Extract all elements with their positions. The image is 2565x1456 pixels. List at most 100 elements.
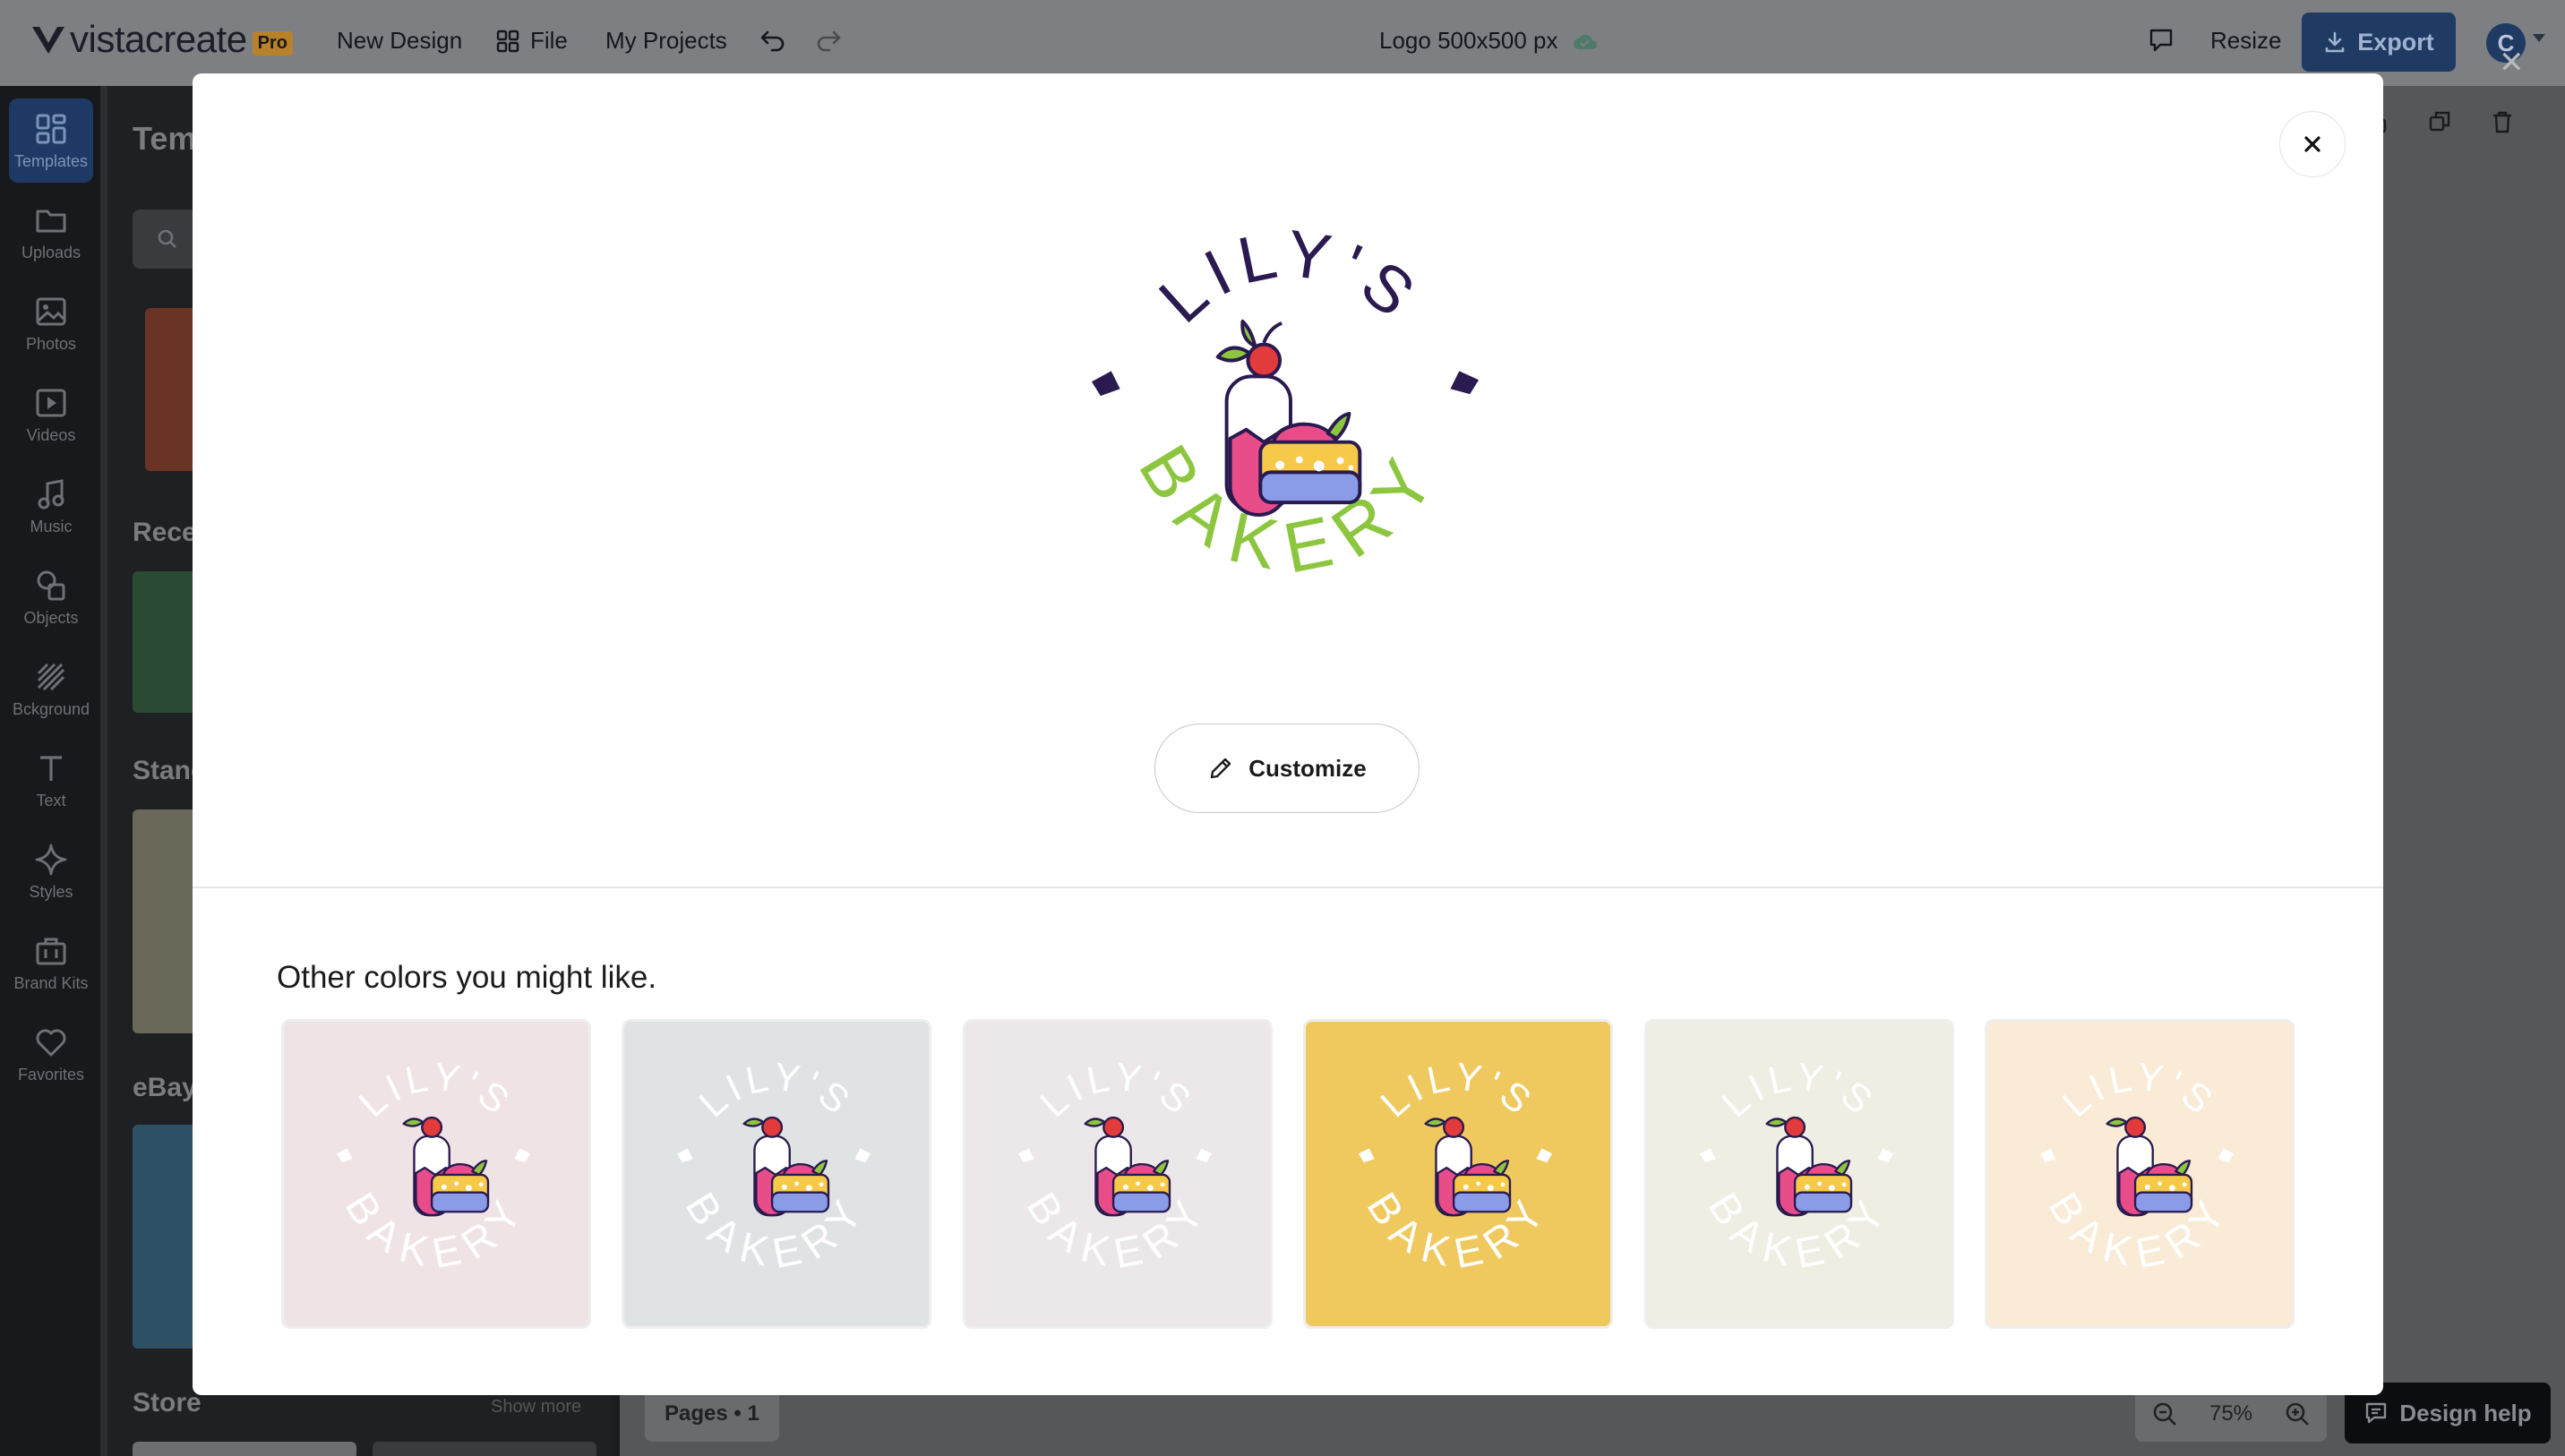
- color-variant-card[interactable]: LILY'S BAKERY: [963, 1019, 1273, 1329]
- chat-icon: [2366, 1402, 2387, 1424]
- svg-text:LILY'S: LILY'S: [1033, 1055, 1203, 1126]
- cloud-saved-icon: [1573, 34, 1597, 49]
- rail-item-label: Bckground: [12, 699, 90, 718]
- svg-text:LILY'S: LILY'S: [351, 1055, 521, 1126]
- undo-icon: [760, 30, 785, 52]
- folder-icon: [36, 210, 66, 232]
- resize-label: Resize: [2210, 27, 2282, 54]
- chevron-down-icon[interactable]: [2533, 34, 2545, 42]
- logo-preview: LILY'S BAKERY: [1091, 216, 1480, 588]
- rail-item-label: Templates: [13, 151, 89, 170]
- logo-title-text: LILY'S: [1145, 216, 1427, 337]
- export-button[interactable]: Export: [2302, 13, 2456, 72]
- redo-icon: [817, 30, 841, 52]
- svg-text:LILY'S: LILY'S: [1373, 1055, 1543, 1126]
- variant-title-text: LILY'S: [1033, 1055, 1197, 1126]
- cake-icon: [1084, 1116, 1171, 1217]
- resize-button[interactable]: Resize: [2210, 27, 2281, 55]
- color-variant-card[interactable]: LILY'S BAKERY: [1644, 1019, 1954, 1329]
- search-icon: [158, 229, 176, 248]
- zoom-out-icon[interactable]: [2151, 1400, 2178, 1427]
- rail-item-uploads[interactable]: Uploads: [9, 190, 93, 274]
- color-variant-card[interactable]: LILY'S BAKERY: [1303, 1019, 1613, 1329]
- video-icon: [36, 389, 66, 416]
- cake-icon: [2106, 1116, 2193, 1217]
- rail-item-label: Music: [30, 517, 73, 535]
- file-label: File: [530, 27, 568, 54]
- download-icon: [2325, 31, 2345, 53]
- rail-item-label: Videos: [26, 425, 76, 444]
- modal-divider: [193, 886, 2383, 888]
- color-variant-card[interactable]: LILY'S BAKERY: [622, 1019, 931, 1329]
- rail-item-photos[interactable]: Photos: [9, 281, 93, 365]
- color-variant-card[interactable]: LILY'S BAKERY: [281, 1019, 591, 1329]
- duplicate-icon[interactable]: [2427, 109, 2452, 134]
- vista-logo-icon: [32, 27, 64, 54]
- templates-icon: [36, 114, 66, 143]
- canvas-toolbar: [2364, 109, 2515, 134]
- other-colors-title: Other colors you might like.: [277, 960, 657, 995]
- redo-button[interactable]: [815, 29, 842, 52]
- section-title-store: Store: [133, 1388, 202, 1417]
- rail-item-styles[interactable]: Styles: [9, 829, 93, 913]
- rail-item-brand-kits[interactable]: Brand Kits: [9, 921, 93, 1005]
- rail-item-music[interactable]: Music: [9, 464, 93, 548]
- music-icon: [38, 478, 64, 509]
- rail-item-background[interactable]: Bckground: [9, 647, 93, 731]
- pencil-icon: [1211, 758, 1231, 779]
- cake-icon: [1215, 319, 1362, 517]
- my-projects-button[interactable]: My Projects: [605, 27, 727, 55]
- sparkle-icon: [35, 844, 67, 875]
- brand-name: vistacreate: [70, 18, 247, 60]
- document-title[interactable]: Logo 500x500 px: [1379, 27, 1598, 55]
- left-rail: Templates Uploads Photos Videos Music Ob…: [0, 86, 100, 1456]
- rail-item-templates[interactable]: Templates: [9, 98, 93, 183]
- show-more-link[interactable]: Show more: [491, 1397, 581, 1417]
- color-variant-card[interactable]: LILY'S BAKERY: [1985, 1019, 2295, 1329]
- rail-item-favorites[interactable]: Favorites: [9, 1012, 93, 1096]
- image-icon: [36, 297, 66, 325]
- variant-title-text: LILY'S: [351, 1055, 516, 1126]
- diamond-right-icon: [1450, 371, 1480, 395]
- cake-icon: [1765, 1116, 1853, 1217]
- template-thumbnail[interactable]: [133, 1442, 356, 1456]
- file-menu-button[interactable]: File: [496, 27, 568, 55]
- section-title-ebay: eBay: [133, 1073, 197, 1102]
- pro-badge: Pro: [252, 30, 293, 56]
- close-icon[interactable]: ✕: [2499, 47, 2525, 78]
- modal-close-button[interactable]: [2279, 111, 2346, 177]
- svg-text:LILY'S: LILY'S: [691, 1055, 862, 1126]
- my-projects-label: My Projects: [605, 27, 727, 54]
- new-design-button[interactable]: New Design: [337, 27, 462, 55]
- comments-button[interactable]: [2148, 27, 2175, 54]
- heart-icon: [36, 1029, 66, 1056]
- grid-icon: [496, 30, 519, 52]
- diamond-left-icon: [1091, 371, 1120, 397]
- template-preview-modal: LILY'S BAKERY Customize Other colors you…: [193, 73, 2383, 1395]
- zoom-level: 75%: [2209, 1401, 2253, 1426]
- customize-label: Customize: [1248, 754, 1367, 782]
- app-logo[interactable]: vistacreate Pro: [30, 18, 293, 61]
- cake-icon: [1424, 1116, 1512, 1217]
- variant-title-text: LILY'S: [691, 1055, 856, 1126]
- rail-item-text[interactable]: Text: [9, 738, 93, 822]
- cake-icon: [742, 1116, 830, 1217]
- trash-icon[interactable]: [2490, 109, 2515, 134]
- customize-button[interactable]: Customize: [1154, 724, 1420, 813]
- cake-icon: [402, 1116, 490, 1217]
- rail-item-label: Favorites: [17, 1065, 85, 1083]
- design-help-label: Design help: [2399, 1399, 2532, 1426]
- rail-item-objects[interactable]: Objects: [9, 555, 93, 639]
- template-thumbnail[interactable]: [373, 1442, 596, 1456]
- document-title-text: Logo 500x500 px: [1379, 27, 1558, 54]
- close-icon: [2304, 136, 2321, 152]
- background-icon: [37, 663, 65, 690]
- variant-title-text: LILY'S: [1714, 1055, 1879, 1126]
- zoom-in-icon[interactable]: [2284, 1400, 2311, 1427]
- rail-item-label: Text: [36, 791, 66, 809]
- svg-text:LILY'S: LILY'S: [1714, 1055, 1884, 1126]
- rail-item-videos[interactable]: Videos: [9, 373, 93, 457]
- undo-button[interactable]: [759, 29, 786, 52]
- svg-text:LILY'S: LILY'S: [1145, 216, 1435, 337]
- briefcase-icon: [36, 938, 66, 964]
